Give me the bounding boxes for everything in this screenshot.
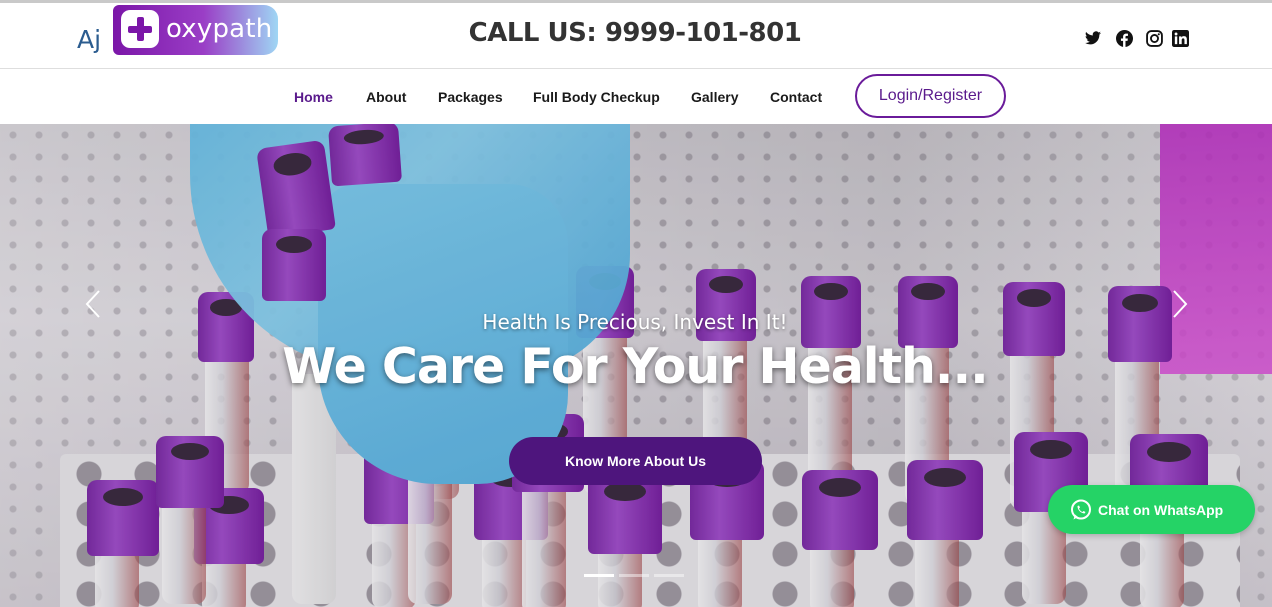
login-register-button[interactable]: Login/Register (855, 74, 1006, 118)
logo[interactable]: oxypath (113, 5, 278, 55)
instagram-icon[interactable] (1145, 28, 1163, 48)
hero-headline: We Care For Your Health... (282, 338, 988, 395)
nav-item-full-body-checkup[interactable]: Full Body Checkup (533, 89, 660, 105)
call-us-text: CALL US: 9999-101-801 (468, 18, 802, 48)
slider-pagination (584, 574, 684, 577)
nav-item-packages[interactable]: Packages (438, 89, 503, 105)
hero-slider: Health Is Precious, Invest In It! We Car… (0, 124, 1272, 607)
facebook-icon[interactable] (1115, 28, 1133, 48)
nav-item-home[interactable]: Home (294, 89, 333, 105)
slider-dot-3[interactable] (654, 574, 684, 577)
know-more-button[interactable]: Know More About Us (509, 437, 762, 485)
logo-text: oxypath (166, 14, 273, 44)
linkedin-icon[interactable] (1171, 28, 1189, 48)
chat-on-whatsapp-button[interactable]: Chat on WhatsApp (1048, 485, 1255, 534)
twitter-icon[interactable] (1084, 28, 1102, 48)
nav-item-gallery[interactable]: Gallery (691, 89, 738, 105)
slider-dot-2[interactable] (619, 574, 649, 577)
hero-tagline: Health Is Precious, Invest In It! (482, 310, 788, 334)
top-header: Aj oxypath CALL US: 9999-101-801 (0, 0, 1272, 69)
logo-prefix: Aj (77, 25, 102, 54)
whatsapp-label: Chat on WhatsApp (1098, 501, 1224, 518)
slider-dot-1[interactable] (584, 574, 614, 577)
main-navigation: Home About Packages Full Body Checkup Ga… (0, 69, 1272, 124)
whatsapp-icon (1069, 498, 1093, 522)
medical-cross-icon (121, 10, 159, 48)
nav-item-contact[interactable]: Contact (770, 89, 822, 105)
nav-item-about[interactable]: About (366, 89, 406, 105)
